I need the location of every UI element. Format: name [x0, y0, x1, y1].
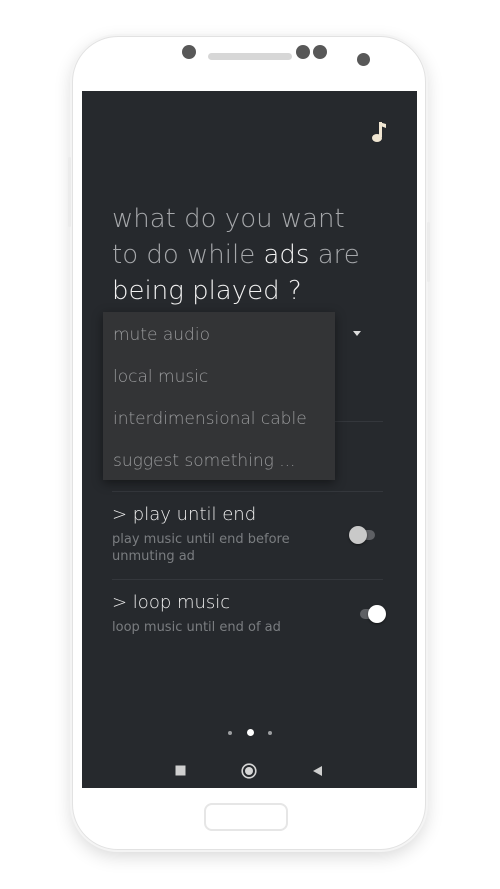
camera-lens-icon [357, 53, 370, 66]
option-description: loop music until end of ad [112, 620, 281, 635]
back-triangle-icon[interactable] [312, 765, 323, 777]
phone-side-button-right [427, 222, 430, 282]
earpiece-speaker [208, 53, 292, 60]
question-heading: what do you want to do while ads are bei… [112, 204, 360, 306]
option-title: > loop music [112, 592, 231, 613]
page-dot[interactable] [268, 731, 272, 735]
menu-item-mute-audio[interactable]: mute audio [103, 312, 335, 354]
music-note-icon[interactable] [369, 121, 389, 143]
play-until-end-toggle[interactable] [349, 524, 379, 544]
dropdown-menu: mute audio local music interdimensional … [103, 312, 335, 480]
recents-square-icon[interactable] [175, 765, 186, 776]
sensor-icon [296, 45, 310, 59]
home-circle-icon[interactable] [241, 763, 257, 779]
front-camera-icon [182, 45, 196, 59]
phone-side-button-left [68, 157, 71, 227]
app-screen: what do you want to do while ads are bei… [82, 91, 417, 788]
page-dot-active[interactable] [247, 729, 254, 736]
menu-item-suggest-something[interactable]: suggest something ... [103, 438, 335, 480]
navigation-bar [82, 755, 417, 788]
loop-music-toggle[interactable] [356, 603, 386, 623]
divider [112, 491, 383, 492]
page-dot[interactable] [228, 731, 232, 735]
option-title: > play until end [112, 504, 257, 525]
dropdown-arrow-icon[interactable] [353, 331, 361, 336]
home-hardware-button[interactable] [204, 803, 288, 831]
page-indicator [82, 728, 417, 738]
menu-item-local-music[interactable]: local music [103, 354, 335, 396]
option-description: play music until end before unmuting ad [112, 532, 290, 564]
sensor-icon [313, 45, 327, 59]
menu-item-interdimensional-cable[interactable]: interdimensional cable [103, 396, 335, 438]
divider [112, 579, 383, 580]
option-play-until-end: > play until end play music until end be… [112, 504, 352, 565]
option-loop-music: > loop music loop music until end of ad [112, 592, 352, 636]
